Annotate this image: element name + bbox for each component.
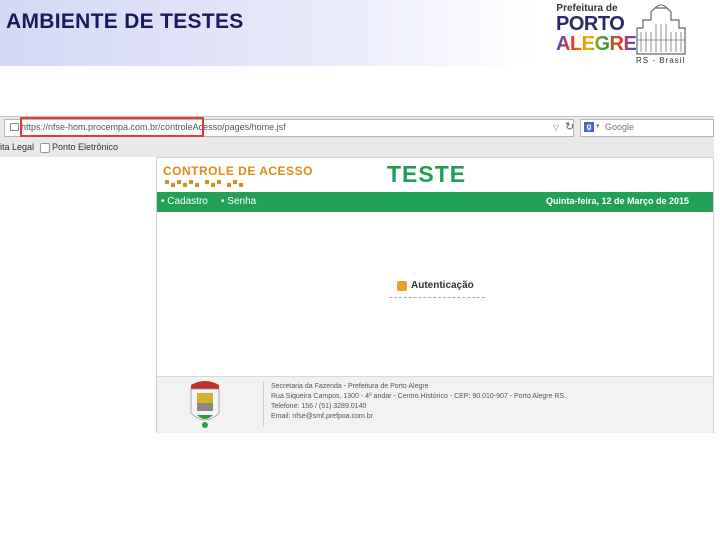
bookmarks-bar: ita Legal Ponto Eletrônico [0, 139, 714, 157]
footer-line: Rua Siqueira Campos, 1300 - 4º andar - C… [271, 393, 567, 400]
lock-icon [10, 123, 19, 131]
auth-section: Autenticação [389, 280, 487, 302]
bookmark-item[interactable]: Ponto Eletrônico [52, 142, 118, 152]
reload-icon[interactable]: ↻ [565, 120, 574, 133]
google-icon[interactable]: g [584, 122, 594, 132]
footer-divider [263, 381, 264, 427]
browser-chrome: https://nfse-hom.procempa.com.br/control… [0, 116, 714, 157]
site-navbar: • Cadastro • Senha Quinta-feira, 12 de M… [157, 192, 713, 212]
bookmark-item[interactable]: ita Legal [0, 142, 34, 152]
authentication-link[interactable]: Autenticação [411, 280, 474, 291]
divider [389, 297, 485, 298]
footer-text: Secretaria da Fazenda - Prefeitura de Po… [271, 382, 566, 422]
nav-cadastro[interactable]: • Cadastro [161, 196, 208, 207]
footer-line: Telefone: 156 / (51) 3289.0140 [271, 403, 367, 410]
decorative-pattern-icon [165, 180, 243, 187]
site-footer: Secretaria da Fazenda - Prefeitura de Po… [157, 376, 713, 433]
current-date: Quinta-feira, 12 de Março de 2015 [545, 196, 689, 206]
logo-alegre-text: ALEGRE [556, 33, 637, 55]
logo-rs-brasil: RS - Brasil [636, 56, 686, 65]
address-bar[interactable]: https://nfse-hom.procempa.com.br/control… [4, 117, 574, 137]
site-header: CONTROLE DE ACESSO TESTE [157, 158, 713, 192]
search-engine-caret-icon[interactable]: ▾ [596, 122, 600, 130]
chevron-down-icon[interactable]: ▽ [553, 123, 559, 132]
logo-line3: ALEGRE [556, 34, 637, 54]
website-page: CONTROLE DE ACESSO TESTE • Cadastro • Se… [156, 157, 714, 433]
prefeitura-logo: Prefeitura de PORTO ALEGRE [556, 4, 637, 64]
footer-line: Email: nfse@smf.prefpoa.com.br [271, 413, 374, 420]
palace-icon [636, 4, 686, 55]
coat-of-arms-icon [190, 381, 220, 428]
bookmark-icon [40, 143, 50, 153]
nav-senha[interactable]: • Senha [221, 196, 256, 207]
test-environment-badge: TESTE [387, 161, 467, 187]
site-title: CONTROLE DE ACESSO [163, 164, 313, 178]
key-icon [397, 281, 407, 291]
footer-line: Secretaria da Fazenda - Prefeitura de Po… [271, 383, 429, 390]
search-box[interactable]: g ▾ Google [580, 119, 714, 137]
slide-title: AMBIENTE DE TESTES [6, 10, 244, 33]
search-placeholder: Google [605, 122, 635, 132]
logo-line2: PORTO [556, 13, 625, 35]
url-highlight-box [20, 117, 204, 137]
